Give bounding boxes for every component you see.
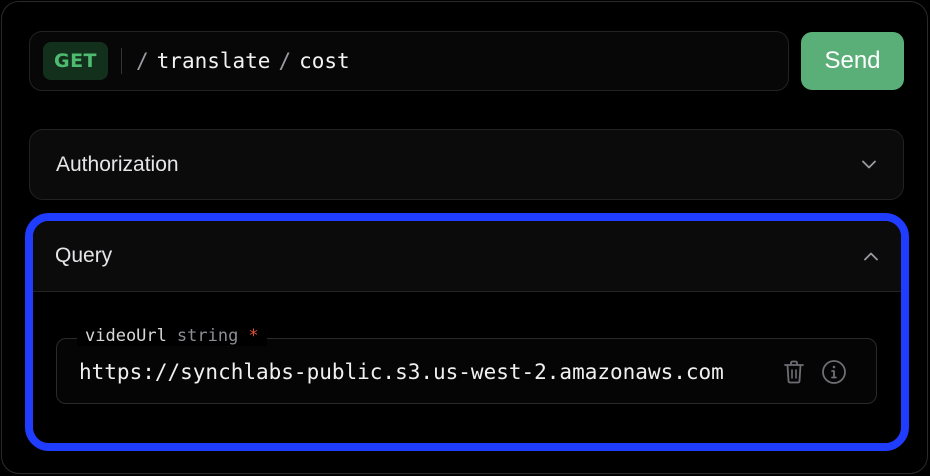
param-name: videoUrl xyxy=(85,326,167,346)
authorization-accordion-header[interactable]: Authorization xyxy=(29,129,904,200)
send-button[interactable]: Send xyxy=(801,32,904,90)
videourl-param-field: videoUrl string * xyxy=(56,326,877,404)
chevron-down-icon xyxy=(861,157,877,173)
chevron-up-icon xyxy=(863,248,879,264)
param-type: string xyxy=(176,326,239,346)
path-separator: / xyxy=(136,49,149,73)
query-accordion-header[interactable]: Query xyxy=(33,221,901,292)
url-divider xyxy=(121,48,122,74)
info-icon[interactable] xyxy=(819,357,849,387)
authorization-title: Authorization xyxy=(56,152,179,176)
videourl-input[interactable] xyxy=(79,357,762,387)
method-badge[interactable]: GET xyxy=(43,42,108,80)
required-marker: * xyxy=(248,326,259,346)
request-url-bar: GET / translate / cost xyxy=(29,31,789,91)
api-playground-panel: GET / translate / cost Send Authorizatio… xyxy=(1,1,928,474)
param-legend: videoUrl string * xyxy=(77,326,267,346)
query-accordion: Query videoUrl string * xyxy=(33,221,901,443)
query-title: Query xyxy=(55,244,113,267)
trash-icon[interactable] xyxy=(779,357,809,387)
endpoint-path: / translate / cost xyxy=(136,49,350,73)
path-segment-translate: translate xyxy=(156,49,271,73)
path-separator: / xyxy=(278,49,292,73)
path-segment-cost: cost xyxy=(299,49,350,73)
